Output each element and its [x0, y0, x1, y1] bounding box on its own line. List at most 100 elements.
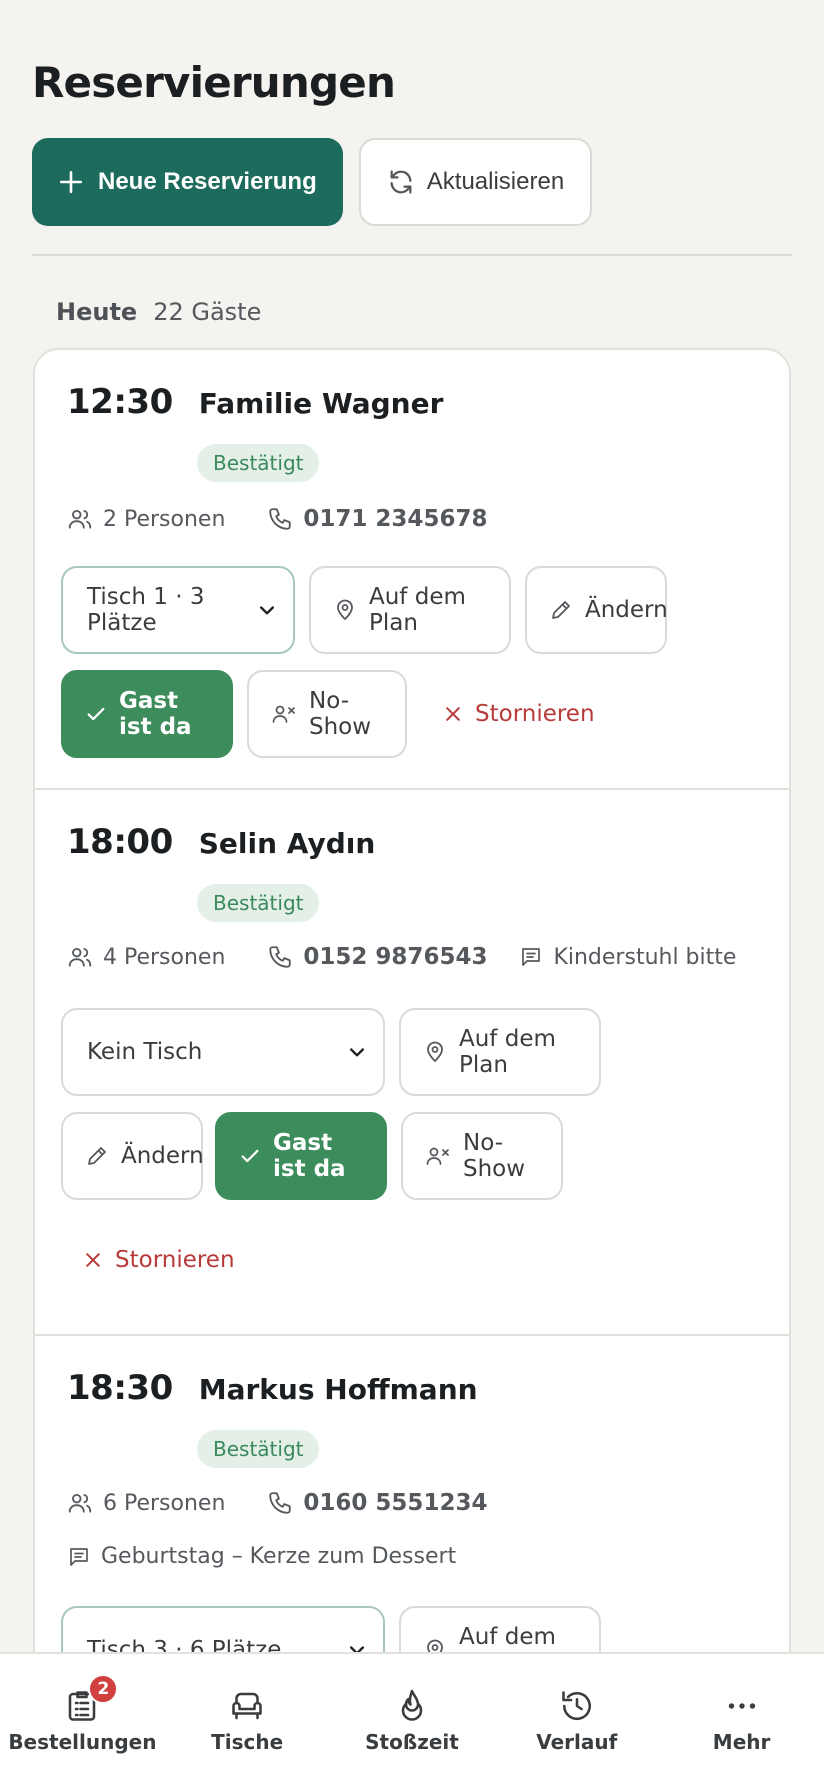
show-on-plan-button[interactable]: Auf dem Plan	[399, 1008, 601, 1096]
map-pin-icon	[333, 598, 357, 622]
bottom-nav: 2 Bestellungen Tische Stoßzeit Verlauf M…	[0, 1652, 824, 1784]
show-on-plan-label: Auf dem Plan	[369, 584, 466, 636]
nav-item-history[interactable]: Verlauf	[494, 1654, 659, 1784]
close-icon	[83, 1250, 103, 1270]
cancel-label: Stornieren	[475, 701, 595, 727]
users-icon	[67, 506, 93, 532]
guest-name: Selin Aydın	[198, 827, 376, 860]
persons-info: 6 Personen	[67, 1490, 225, 1516]
status-badge: Bestätigt	[197, 1430, 320, 1468]
nav-label: Verlauf	[536, 1730, 618, 1754]
nav-label: Stoßzeit	[365, 1730, 459, 1754]
no-show-label: No-Show	[309, 688, 372, 740]
note-text: Kinderstuhl bitte	[553, 944, 737, 970]
pencil-icon	[85, 1144, 109, 1168]
cancel-reservation-button[interactable]: Stornieren	[421, 670, 601, 758]
show-on-plan-button[interactable]: Auf dem Plan	[309, 566, 511, 654]
persons-count: 4 Personen	[103, 944, 226, 970]
note-info: Kinderstuhl bitte	[519, 945, 736, 970]
table-select-value: Kein Tisch	[87, 1039, 203, 1065]
check-icon	[239, 1145, 261, 1167]
status-badge: Bestätigt	[197, 884, 320, 922]
phone-number: 0160 5551234	[303, 1490, 488, 1516]
nav-item-rush-hour[interactable]: Stoßzeit	[330, 1654, 495, 1784]
table-select-value: Tisch 1 · 3 Plätze	[87, 584, 205, 636]
reservation-info: 4 Personen 0152 9876543 Kinderstuhl bitt…	[67, 944, 736, 970]
nav-item-tables[interactable]: Tische	[165, 1654, 330, 1784]
reservation-card: 18:00 Selin Aydın Bestätigt 4 Personen 0…	[33, 788, 791, 1336]
nav-item-orders[interactable]: 2 Bestellungen	[0, 1654, 165, 1784]
chevron-down-icon	[347, 1042, 367, 1062]
show-on-plan-label: Auf dem Plan	[459, 1026, 556, 1078]
guest-arrived-button[interactable]: Gast ist da	[61, 670, 233, 758]
users-icon	[67, 944, 93, 970]
check-icon	[85, 703, 107, 725]
divider	[32, 254, 792, 256]
guest-name: Markus Hoffmann	[198, 1373, 478, 1406]
new-reservation-label: Neue Reservierung	[98, 168, 317, 195]
day-label: Heute	[56, 298, 138, 326]
phone-icon	[267, 506, 293, 532]
reservation-time: 12:30	[67, 382, 173, 422]
close-icon	[443, 704, 463, 724]
reservation-heading: 18:30 Markus Hoffmann	[67, 1368, 478, 1408]
map-pin-icon	[423, 1040, 447, 1064]
edit-button[interactable]: Ändern	[525, 566, 668, 654]
user-x-icon	[425, 1144, 451, 1168]
no-show-button[interactable]: No-Show	[247, 670, 407, 758]
guest-arrived-label: Gast ist da	[119, 688, 192, 740]
user-x-icon	[271, 702, 297, 726]
guest-arrived-button[interactable]: Gast ist da	[215, 1112, 387, 1200]
phone-info[interactable]: 0171 2345678	[267, 506, 487, 532]
nav-label: Bestellungen	[8, 1730, 157, 1754]
phone-icon	[267, 1490, 293, 1516]
no-show-button[interactable]: No-Show	[401, 1112, 563, 1200]
plus-icon	[58, 169, 84, 195]
persons-info: 4 Personen	[67, 944, 225, 970]
refresh-button[interactable]: Aktualisieren	[358, 138, 593, 226]
day-header: Heute 22 Gäste	[56, 298, 261, 326]
refresh-label: Aktualisieren	[426, 168, 565, 195]
reservation-heading: 12:30 Familie Wagner	[67, 382, 443, 422]
guest-count: 22 Gäste	[153, 298, 262, 326]
status-badge: Bestätigt	[197, 444, 320, 482]
guest-name: Familie Wagner	[198, 387, 444, 420]
orders-count-badge: 2	[88, 1674, 119, 1704]
guest-arrived-label: Gast ist da	[273, 1130, 346, 1182]
history-icon	[559, 1688, 595, 1724]
message-icon	[67, 1545, 91, 1569]
toolbar: Neue Reservierung Aktualisieren	[32, 138, 593, 226]
nav-label: Tische	[211, 1730, 284, 1754]
phone-icon	[267, 944, 293, 970]
new-reservation-button[interactable]: Neue Reservierung	[32, 138, 343, 226]
nav-item-more[interactable]: Mehr	[659, 1654, 824, 1784]
reservation-info: 6 Personen 0160 5551234	[67, 1490, 487, 1516]
edit-label: Ändern	[121, 1143, 204, 1169]
edit-button[interactable]: Ändern	[61, 1112, 204, 1200]
note-text: Geburtstag – Kerze zum Dessert	[101, 1544, 457, 1569]
table-select[interactable]: Tisch 1 · 3 Plätze	[61, 566, 295, 654]
persons-info: 2 Personen	[67, 506, 225, 532]
table-select[interactable]: Kein Tisch	[61, 1008, 385, 1096]
no-show-label: No-Show	[463, 1130, 526, 1182]
nav-label: Mehr	[712, 1730, 771, 1754]
more-icon	[724, 1688, 760, 1724]
phone-info[interactable]: 0152 9876543	[267, 944, 487, 970]
refresh-icon	[387, 168, 415, 196]
phone-number: 0171 2345678	[303, 506, 488, 532]
pencil-icon	[549, 598, 573, 622]
reservation-card: 12:30 Familie Wagner Bestätigt 2 Persone…	[33, 348, 791, 790]
note-info: Geburtstag – Kerze zum Dessert	[67, 1544, 456, 1569]
persons-count: 2 Personen	[103, 506, 226, 532]
message-icon	[519, 945, 543, 969]
chevron-down-icon	[257, 600, 277, 620]
phone-info[interactable]: 0160 5551234	[267, 1490, 487, 1516]
reservation-time: 18:30	[67, 1368, 173, 1408]
cancel-reservation-button[interactable]: Stornieren	[61, 1216, 241, 1304]
armchair-icon	[229, 1688, 265, 1724]
edit-label: Ändern	[585, 597, 668, 623]
users-icon	[67, 1490, 93, 1516]
reservation-info: 2 Personen 0171 2345678	[67, 506, 487, 532]
cancel-label: Stornieren	[115, 1247, 235, 1273]
reservation-heading: 18:00 Selin Aydın	[67, 822, 375, 862]
